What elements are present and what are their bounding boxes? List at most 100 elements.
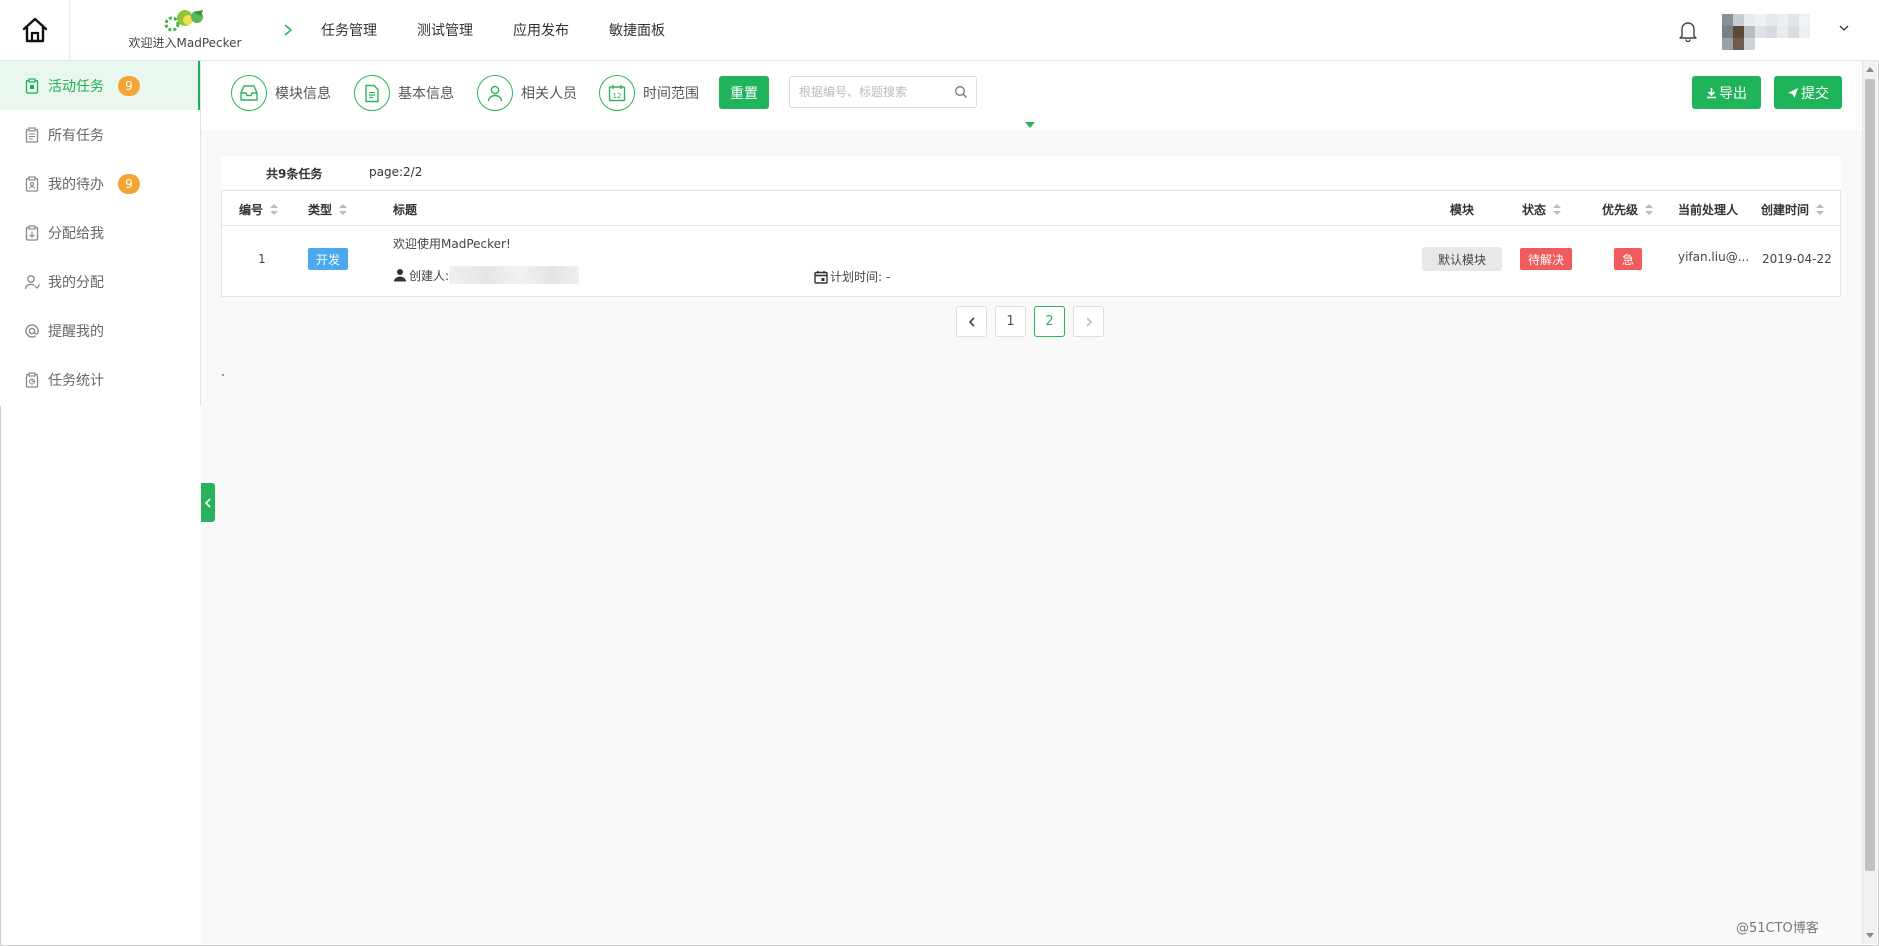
- filter-related-people[interactable]: 相关人员: [477, 75, 577, 111]
- download-icon: [1707, 87, 1716, 98]
- column-id[interactable]: 编号: [239, 201, 279, 218]
- expand-filters-caret-icon[interactable]: [1025, 122, 1035, 128]
- search-input[interactable]: [790, 77, 950, 107]
- sidebar-item-label: 分配给我: [48, 225, 104, 242]
- at-sign-icon: [24, 323, 40, 339]
- assignee-name: yifan.liu@...: [1678, 250, 1750, 264]
- user-icon: [487, 85, 503, 102]
- page-2-button[interactable]: 2: [1034, 306, 1065, 337]
- column-module: 模块: [1450, 203, 1475, 217]
- blurred-username: [1722, 14, 1810, 50]
- chevron-right-icon: [1085, 316, 1092, 327]
- count-badge: 9: [118, 75, 140, 96]
- sidebar-item-label: 所有任务: [48, 127, 104, 144]
- calendar-icon: 12: [608, 85, 626, 102]
- prev-page-button[interactable]: [956, 306, 987, 337]
- scroll-down-arrow-icon[interactable]: [1866, 933, 1874, 938]
- clipboard-chart-icon: [24, 371, 40, 388]
- column-priority[interactable]: 优先级: [1602, 201, 1654, 218]
- clipboard-person-icon: [24, 175, 40, 192]
- filter-label: 基本信息: [398, 86, 454, 102]
- filter-time-range[interactable]: 12 时间范围: [599, 75, 699, 111]
- filter-label: 时间范围: [643, 86, 699, 102]
- export-button[interactable]: 导出: [1692, 76, 1761, 109]
- task-plan-time: 计划时间: -: [814, 268, 890, 285]
- vertical-scrollbar[interactable]: [1862, 61, 1877, 944]
- chevron-left-icon: [968, 316, 975, 327]
- task-summary: 共9条任务 page:2/2: [221, 156, 1841, 189]
- count-badge: 9: [118, 173, 140, 194]
- sort-icon[interactable]: [1553, 204, 1562, 215]
- plan-time-label: 计划时间: -: [830, 270, 891, 284]
- sidebar-item-all-tasks[interactable]: 所有任务: [0, 110, 200, 159]
- nav-agile-board[interactable]: 敏捷面板: [609, 20, 665, 40]
- page-1-button[interactable]: 1: [995, 306, 1026, 337]
- person-filled-icon: [394, 269, 406, 282]
- submit-button[interactable]: 提交: [1774, 76, 1842, 109]
- sort-icon[interactable]: [1645, 204, 1654, 215]
- blurred-creator-name: [449, 266, 580, 284]
- sidebar-item-mentions[interactable]: 提醒我的: [0, 306, 200, 355]
- sidebar-item-my-todo[interactable]: 我的待办 9: [0, 159, 200, 208]
- column-created[interactable]: 创建时间: [1761, 201, 1825, 218]
- sidebar-item-task-stats[interactable]: 任务统计: [0, 355, 200, 404]
- home-button[interactable]: [0, 0, 70, 60]
- filter-label: 相关人员: [521, 86, 577, 102]
- column-type[interactable]: 类型: [308, 201, 348, 218]
- sort-icon[interactable]: [339, 204, 348, 215]
- home-icon: [22, 17, 47, 43]
- clipboard-icon: [24, 77, 40, 94]
- status-badge: 待解决: [1520, 248, 1572, 270]
- table-row[interactable]: 1 开发 欢迎使用MadPecker! 创建人: 计划时间: - 默认模块 待解…: [222, 226, 1840, 296]
- brand-text: 欢迎进入MadPecker: [128, 36, 242, 50]
- scroll-up-arrow-icon[interactable]: [1866, 67, 1874, 72]
- next-page-button[interactable]: [1073, 306, 1104, 337]
- top-nav: 任务管理 测试管理 应用发布 敏捷面板: [321, 0, 705, 60]
- task-total: 共9条任务: [266, 167, 323, 181]
- inbox-icon: [240, 85, 258, 101]
- nav-test-management[interactable]: 测试管理: [417, 20, 473, 40]
- sort-icon[interactable]: [1816, 204, 1825, 215]
- send-icon: [1788, 87, 1798, 98]
- column-title: 标题: [393, 203, 418, 217]
- task-creator: 创建人:: [393, 266, 580, 284]
- task-table: 编号 类型 标题 模块 状态 优先级 当前处理人 创建时间 1 开发 欢迎使用M…: [221, 190, 1841, 297]
- task-title-link[interactable]: 欢迎使用MadPecker!: [393, 235, 511, 252]
- sort-icon[interactable]: [270, 204, 279, 215]
- sidebar-item-label: 活动任务: [48, 78, 104, 95]
- column-assignee: 当前处理人: [1678, 203, 1739, 217]
- submit-label: 提交: [1801, 85, 1829, 102]
- sidebar-item-active-tasks[interactable]: 活动任务 9: [0, 61, 200, 110]
- calendar-filled-icon: [814, 270, 828, 284]
- sidebar-item-label: 任务统计: [48, 372, 104, 389]
- column-status[interactable]: 状态: [1522, 201, 1562, 218]
- sidebar-item-label: 提醒我的: [48, 323, 104, 340]
- module-tag: 默认模块: [1422, 247, 1502, 271]
- clipboard-list-icon: [24, 126, 40, 143]
- filter-basic-info[interactable]: 基本信息: [354, 75, 454, 111]
- sidebar: 活动任务 9 所有任务 我的待办 9 分配给我 我的分配 提醒我的 任务统计: [0, 61, 201, 406]
- page-indicator: page:2/2: [369, 165, 423, 179]
- chevron-down-icon[interactable]: [1838, 22, 1850, 34]
- brand[interactable]: 欢迎进入MadPecker: [120, 8, 250, 56]
- filter-module-info[interactable]: 模块信息: [231, 75, 331, 111]
- person-icon: [24, 274, 40, 290]
- clipboard-arrow-icon: [24, 224, 40, 241]
- nav-task-management[interactable]: 任务管理: [321, 20, 377, 40]
- filter-bar: 模块信息 基本信息 相关人员 12 时间范围 重置 导出: [201, 61, 1862, 130]
- reset-button[interactable]: 重置: [719, 76, 769, 109]
- collapse-sidebar-button[interactable]: [201, 483, 215, 522]
- calendar-day: 12: [613, 92, 622, 100]
- sidebar-item-my-assignments[interactable]: 我的分配: [0, 257, 200, 306]
- sidebar-item-label: 我的分配: [48, 274, 104, 291]
- filter-label: 模块信息: [275, 86, 331, 102]
- main-content: 模块信息 基本信息 相关人员 12 时间范围 重置 导出: [201, 61, 1862, 944]
- bell-icon[interactable]: [1678, 20, 1698, 42]
- search-icon[interactable]: [954, 85, 968, 99]
- sidebar-item-label: 我的待办: [48, 176, 104, 193]
- sidebar-item-assigned-to-me[interactable]: 分配给我: [0, 208, 200, 257]
- user-avatar[interactable]: [1722, 14, 1822, 50]
- nav-app-release[interactable]: 应用发布: [513, 20, 569, 40]
- scroll-thumb[interactable]: [1865, 79, 1875, 871]
- stray-dot: [222, 374, 224, 376]
